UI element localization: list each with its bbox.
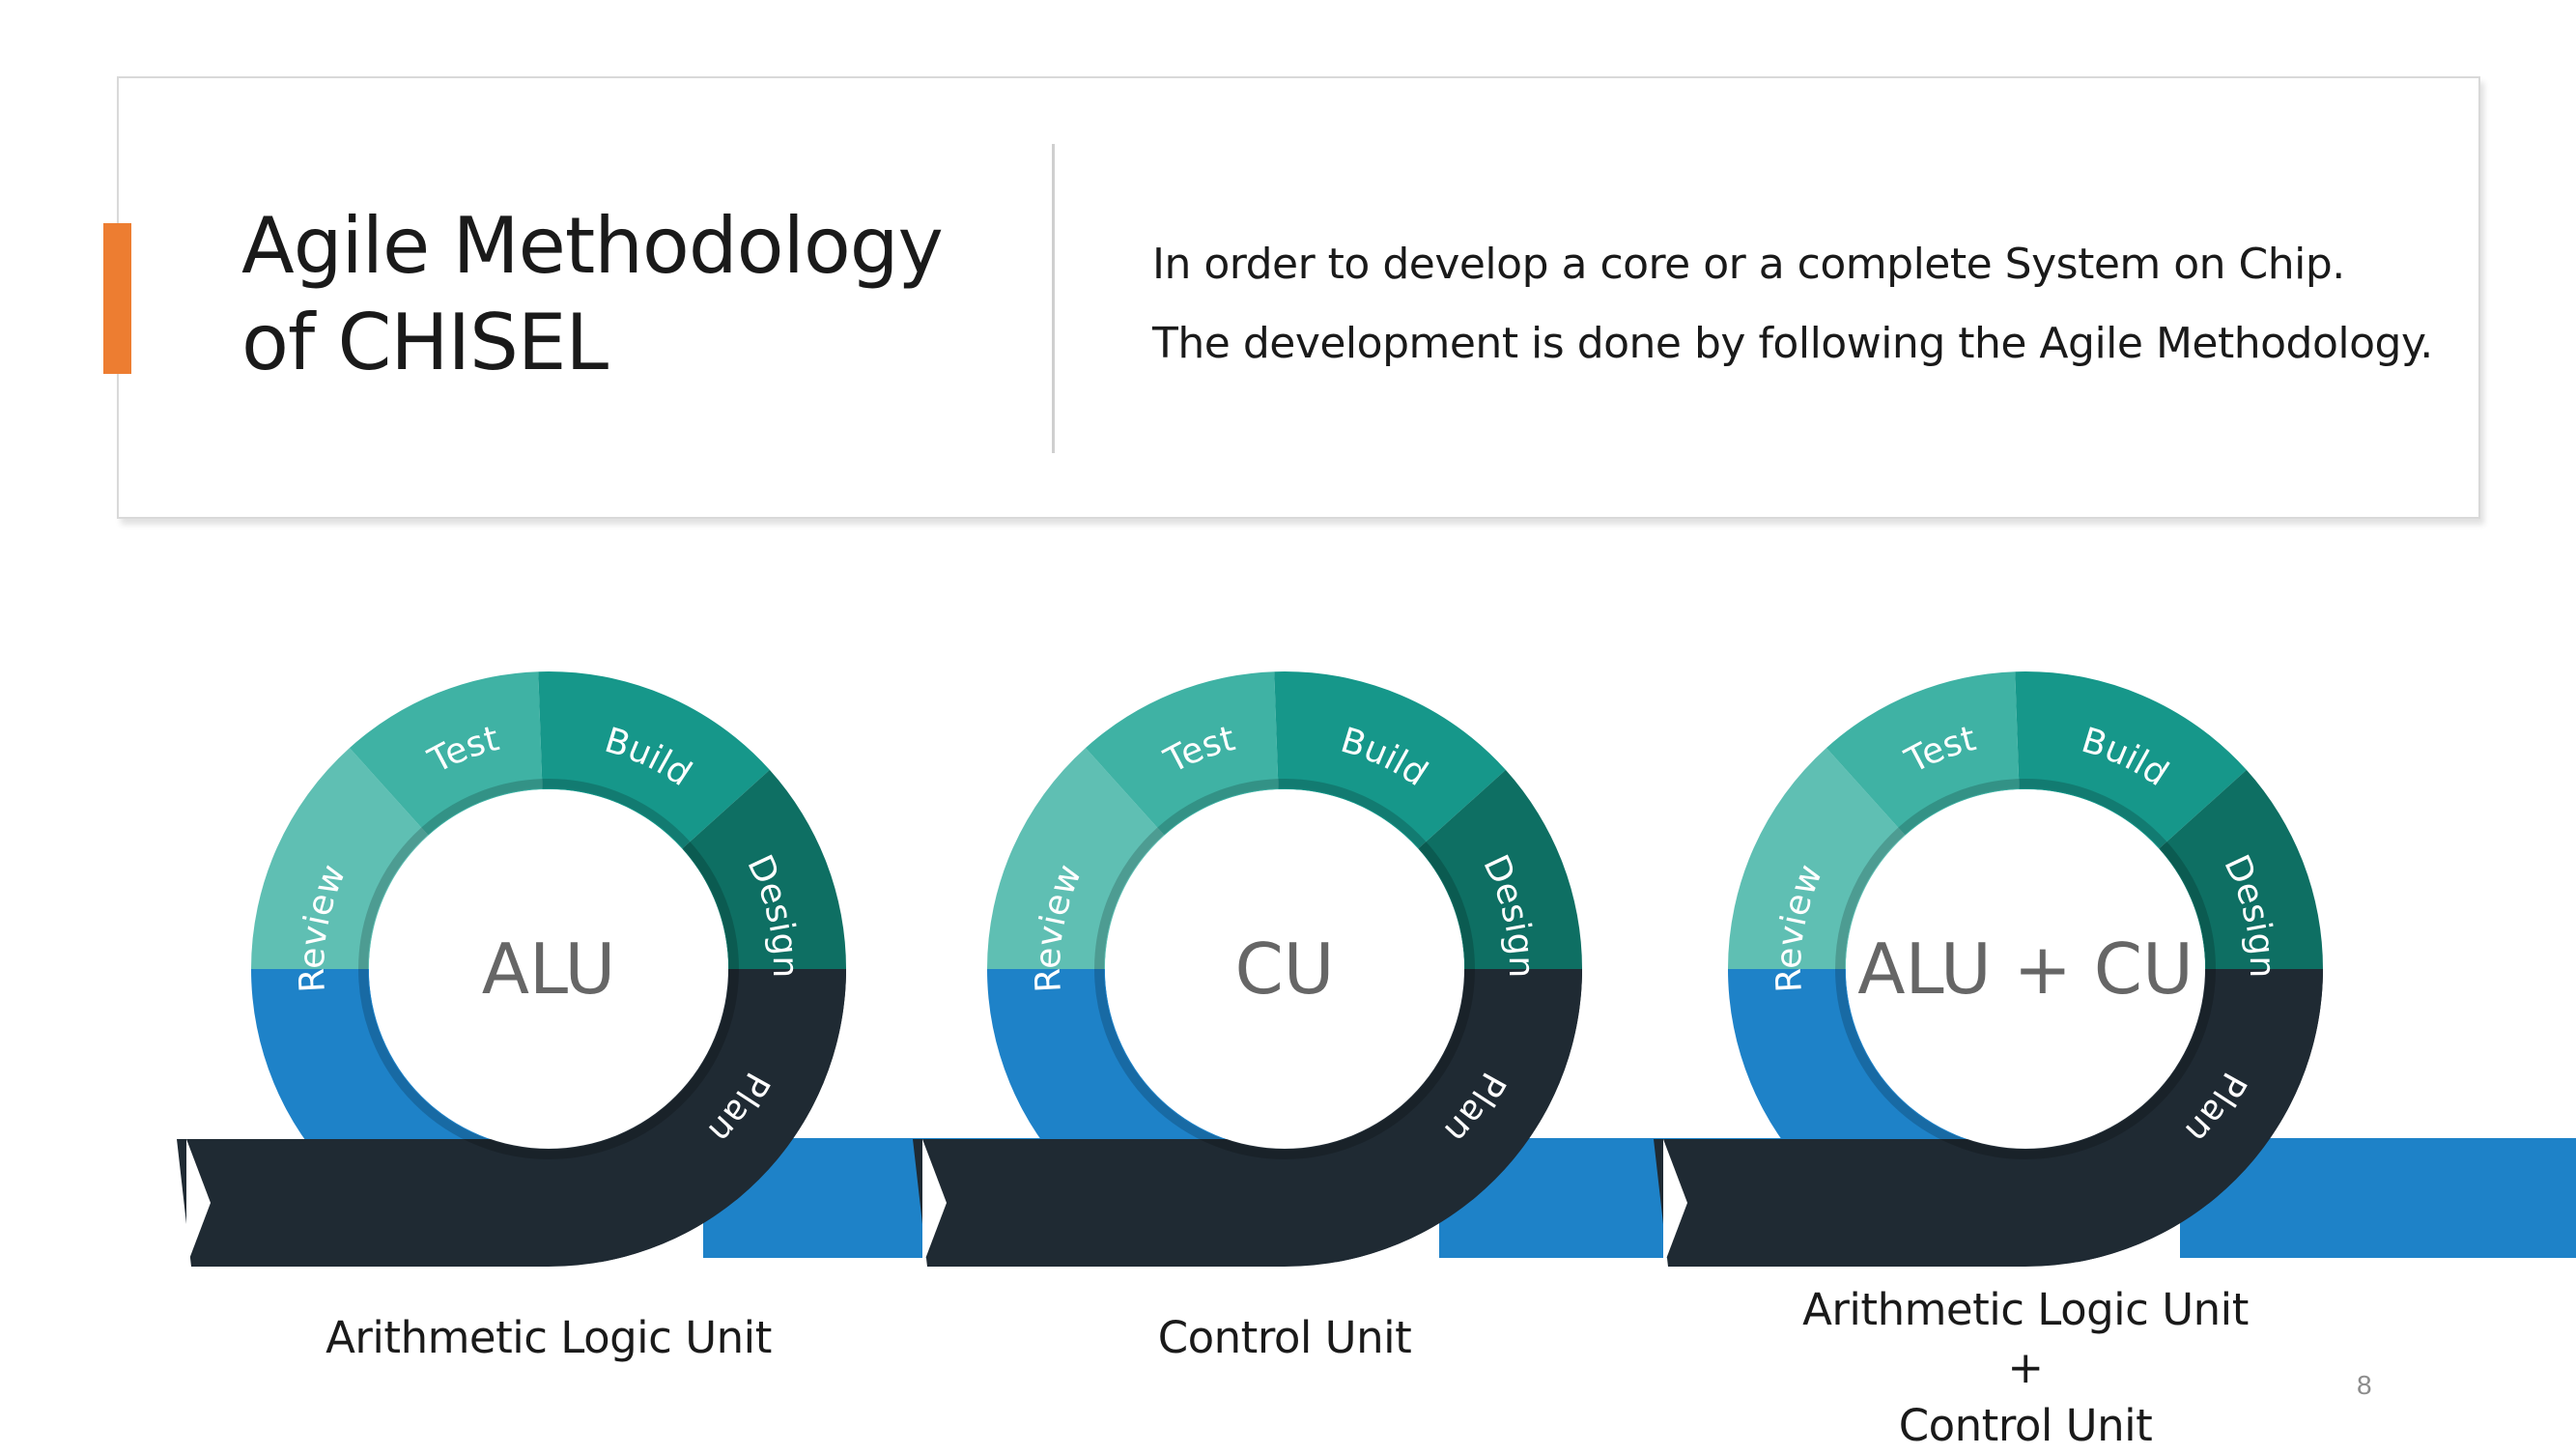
cycle-center-label: ALU + CU <box>1857 928 2194 1010</box>
cycle-caption-3: Arithmetic Logic Unit + Control Unit <box>1687 1281 2364 1455</box>
agile-cycle-diagram: ReviewTest BuildDesignPlanALU ReviewTest Bu… <box>177 670 2576 1267</box>
cycle-caption-1: Arithmetic Logic Unit <box>211 1309 887 1367</box>
cycle-caption-2: Control Unit <box>947 1309 1623 1367</box>
cycle-center-label: ALU <box>482 928 615 1010</box>
caption-line: + <box>2007 1342 2044 1393</box>
page-number: 8 <box>2357 1370 2372 1400</box>
caption-line: Control Unit <box>1157 1312 1412 1363</box>
agile-cycle-3: ReviewTest BuildDesignPlanALU + CU <box>1654 670 2576 1267</box>
cycle-center-label: CU <box>1235 928 1335 1010</box>
caption-line: Control Unit <box>1898 1400 2153 1451</box>
caption-line: Arithmetic Logic Unit <box>326 1312 772 1363</box>
caption-line: Arithmetic Logic Unit <box>1802 1284 2249 1335</box>
